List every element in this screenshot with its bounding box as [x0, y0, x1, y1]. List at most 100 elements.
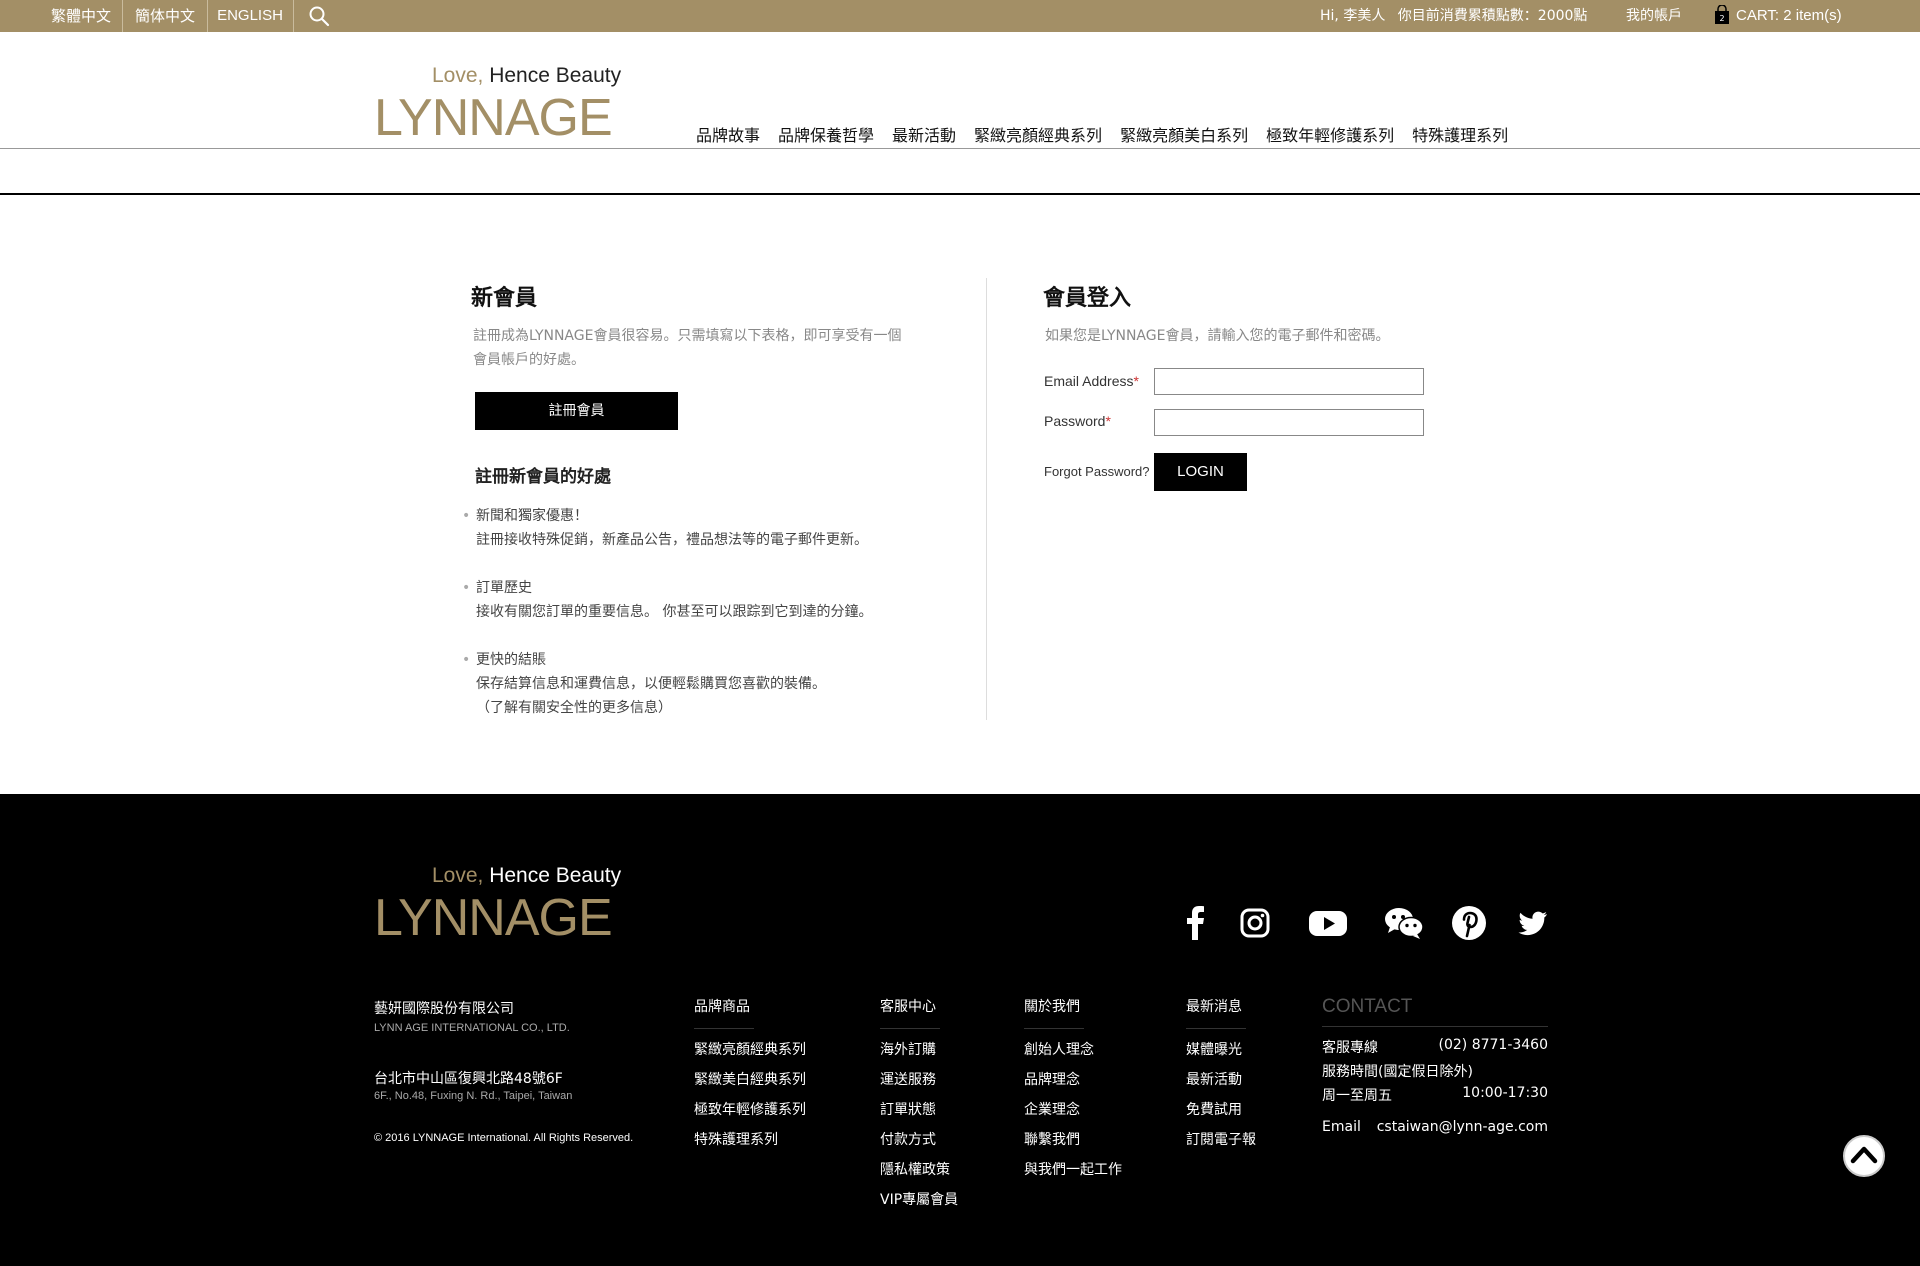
- login-button[interactable]: LOGIN: [1154, 453, 1247, 491]
- divider: [1186, 1028, 1246, 1029]
- footer-link[interactable]: 媒體曝光: [1186, 1035, 1256, 1065]
- desc-line: 註冊成為LYNNAGE會員很容易。只需填寫以下表格，即可享受有一個: [473, 328, 902, 344]
- nav-events[interactable]: 最新活動: [892, 122, 956, 146]
- footer-link[interactable]: 訂閱電子報: [1186, 1125, 1256, 1155]
- footer-link[interactable]: 品牌理念: [1024, 1065, 1122, 1095]
- greeting-text: Hi, 李美人: [1320, 8, 1386, 24]
- footer-link[interactable]: 極致年輕修護系列: [694, 1095, 806, 1125]
- footer-column-about: 關於我們 創始人理念 品牌理念 企業理念 聯繫我們 與我們一起工作: [1024, 996, 1122, 1185]
- login-description: 如果您是LYNNAGE會員，請輸入您的電子郵件和密碼。: [1045, 328, 1390, 344]
- email-field[interactable]: [1154, 368, 1424, 395]
- footer-link[interactable]: 訂單狀態: [880, 1095, 958, 1125]
- benefit-item: • 訂單歷史 接收有關您訂單的重要信息。 你甚至可以跟踪到它到達的分鐘。: [462, 576, 873, 624]
- lang-simplified-chinese[interactable]: 簡体中文: [123, 0, 207, 32]
- desc-line: 會員帳戶的好處。: [473, 352, 585, 368]
- main-nav: 品牌故事 品牌保養哲學 最新活動 緊緻亮顏經典系列 緊緻亮顏美白系列 極致年輕修…: [696, 122, 1508, 146]
- lang-english[interactable]: ENGLISH: [208, 0, 292, 32]
- password-label-text: Password: [1044, 413, 1106, 429]
- instagram-icon[interactable]: [1240, 906, 1270, 940]
- service-days: 周一至周五: [1322, 1088, 1392, 1104]
- column-heading: 客服中心: [880, 999, 936, 1015]
- twitter-icon[interactable]: [1518, 906, 1548, 940]
- hotline-number[interactable]: (02) 8771-3460: [1439, 1037, 1549, 1053]
- contact-heading: CONTACT: [1322, 996, 1413, 1017]
- company-name-en: LYNN AGE INTERNATIONAL CO., LTD.: [374, 1022, 570, 1034]
- footer-link[interactable]: 付款方式: [880, 1125, 958, 1155]
- tagline-rest: Hence Beauty: [483, 64, 622, 87]
- header-bottom-border: [0, 193, 1920, 195]
- footer: Love, Hence Beauty LYNNAGE 藝妍國際股份有限公司 LY…: [0, 794, 1920, 1266]
- nav-classic-series[interactable]: 緊緻亮顏經典系列: [974, 122, 1102, 146]
- divider: [694, 1028, 754, 1029]
- nav-philosophy[interactable]: 品牌保養哲學: [778, 122, 874, 146]
- password-field[interactable]: [1154, 409, 1424, 436]
- search-icon[interactable]: [308, 5, 330, 27]
- footer-link[interactable]: 創始人理念: [1024, 1035, 1122, 1065]
- column-heading: 最新消息: [1186, 999, 1242, 1015]
- top-bar: 繁體中文 簡体中文 ENGLISH Hi, 李美人 你目前消費累積點數：2000…: [0, 0, 1920, 32]
- contact-hotline: 客服專線 (02) 8771-3460: [1322, 1037, 1548, 1061]
- back-to-top-icon[interactable]: [1842, 1134, 1886, 1178]
- points-text: 你目前消費累積點數：2000點: [1397, 8, 1588, 24]
- footer-link[interactable]: 海外訂購: [880, 1035, 958, 1065]
- divider: [880, 1028, 940, 1029]
- forgot-password-link[interactable]: Forgot Password?: [1044, 464, 1150, 479]
- nav-whitening-series[interactable]: 緊緻亮顏美白系列: [1120, 122, 1248, 146]
- bullet: •: [462, 652, 471, 668]
- logo-tagline: Love, Hence Beauty: [432, 864, 621, 888]
- benefit-text: 接收有關您訂單的重要信息。 你甚至可以跟踪到它到達的分鐘。: [476, 604, 873, 620]
- email-label: Email Address*: [1044, 373, 1139, 389]
- register-button[interactable]: 註冊會員: [475, 392, 678, 430]
- footer-link[interactable]: 企業理念: [1024, 1095, 1122, 1125]
- footer-column-products: 品牌商品 緊緻亮顏經典系列 緊緻美白經典系列 極致年輕修護系列 特殊護理系列: [694, 996, 806, 1155]
- footer-link[interactable]: 特殊護理系列: [694, 1125, 806, 1155]
- footer-link[interactable]: 緊緻美白經典系列: [694, 1065, 806, 1095]
- contact-email: Email cstaiwan@lynn-age.com: [1322, 1119, 1548, 1143]
- footer-link[interactable]: 隱私權政策: [880, 1155, 958, 1185]
- shopping-bag-icon[interactable]: 2: [1714, 5, 1730, 25]
- footer-logo[interactable]: Love, Hence Beauty LYNNAGE: [374, 864, 621, 944]
- cart-link[interactable]: CART: 2 item(s): [1736, 0, 1842, 32]
- footer-link[interactable]: 運送服務: [880, 1065, 958, 1095]
- contact-hours: 周一至周五 10:00-17:30: [1322, 1085, 1548, 1109]
- footer-link[interactable]: 最新活動: [1186, 1065, 1256, 1095]
- required-mark: *: [1133, 373, 1139, 389]
- bullet: •: [462, 580, 471, 596]
- facebook-icon[interactable]: [1186, 906, 1206, 940]
- column-heading: 品牌商品: [694, 999, 750, 1015]
- footer-link[interactable]: 緊緻亮顏經典系列: [694, 1035, 806, 1065]
- email-address[interactable]: cstaiwan@lynn-age.com: [1377, 1119, 1548, 1135]
- tagline-rest: Hence Beauty: [483, 864, 622, 887]
- wechat-icon[interactable]: [1384, 906, 1424, 940]
- divider: [1322, 1026, 1548, 1027]
- email-label-text: Email Address: [1044, 373, 1134, 389]
- my-account-link[interactable]: 我的帳戶: [1626, 0, 1682, 32]
- logo-wordmark: LYNNAGE: [374, 89, 613, 147]
- security-info-link[interactable]: （了解有關安全性的更多信息）: [476, 696, 826, 720]
- company-address-en: 6F., No.48, Fuxing N. Rd., Taipei, Taiwa…: [374, 1090, 573, 1102]
- lang-traditional-chinese[interactable]: 繁體中文: [40, 0, 122, 32]
- footer-link[interactable]: VIP專屬會員: [880, 1185, 958, 1215]
- footer-link[interactable]: 與我們一起工作: [1024, 1155, 1122, 1185]
- youtube-icon[interactable]: [1308, 906, 1348, 940]
- benefit-title: 新聞和獨家優惠！: [476, 508, 588, 524]
- contact-hours-label: 服務時間(國定假日除外): [1322, 1061, 1548, 1085]
- footer-link[interactable]: 免費試用: [1186, 1095, 1256, 1125]
- divider: [293, 0, 294, 32]
- email-label: Email: [1322, 1119, 1361, 1135]
- divider: [1024, 1028, 1084, 1029]
- pinterest-icon[interactable]: [1452, 906, 1486, 940]
- service-hours: 10:00-17:30: [1462, 1085, 1548, 1101]
- nav-brand-story[interactable]: 品牌故事: [696, 122, 760, 146]
- nav-youth-series[interactable]: 極致年輕修護系列: [1266, 122, 1394, 146]
- required-mark: *: [1105, 413, 1111, 429]
- footer-link[interactable]: 聯繫我們: [1024, 1125, 1122, 1155]
- header-logo[interactable]: Love, Hence Beauty LYNNAGE: [374, 64, 621, 144]
- user-greeting: Hi, 李美人 你目前消費累積點數：2000點: [1320, 0, 1595, 32]
- new-member-title: 新會員: [471, 286, 538, 311]
- tagline-love: Love,: [432, 64, 484, 87]
- nav-special-care[interactable]: 特殊護理系列: [1412, 122, 1508, 146]
- benefits-title: 註冊新會員的好處: [475, 467, 611, 487]
- benefit-title: 訂單歷史: [476, 580, 532, 596]
- column-divider: [986, 278, 987, 720]
